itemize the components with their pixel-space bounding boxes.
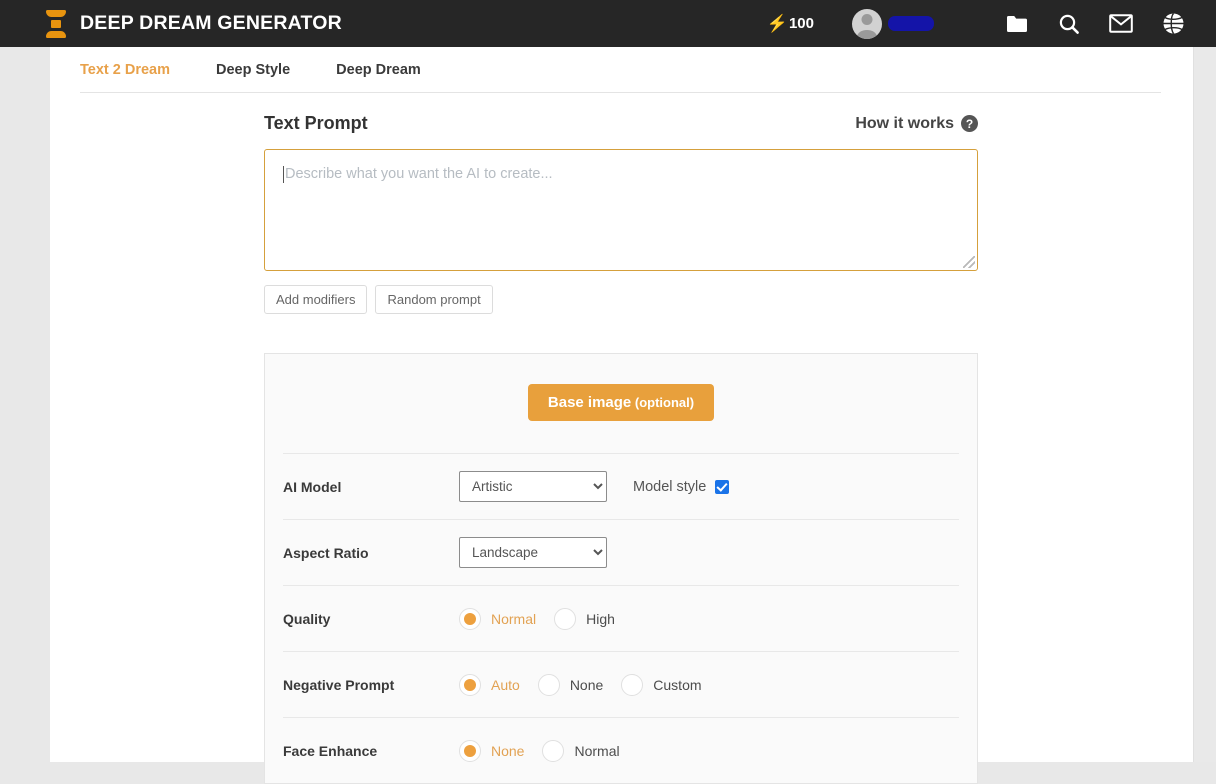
ai-model-label: AI Model	[283, 478, 342, 495]
settings-panel: Base image (optional) AI Model Artistic …	[264, 353, 978, 784]
negative-prompt-option-custom[interactable]: Custom	[621, 673, 702, 696]
quality-row: Quality Normal High	[283, 585, 959, 651]
negative-prompt-option-auto[interactable]: Auto	[459, 673, 520, 696]
negative-prompt-label: Negative Prompt	[283, 676, 395, 693]
top-bar-actions: ⚡ 100	[767, 8, 1188, 39]
prompt-placeholder: Describe what you want the AI to create.…	[285, 166, 553, 182]
textarea-resize-handle[interactable]	[963, 256, 975, 268]
lightning-bolt-icon: ⚡	[766, 14, 788, 33]
mode-tabs: Text 2 Dream Deep Style Deep Dream	[80, 47, 1161, 93]
face-enhance-label: Face Enhance	[283, 742, 378, 759]
model-style-checkbox[interactable]	[715, 479, 730, 494]
credits-counter[interactable]: ⚡ 100	[767, 15, 814, 32]
mail-icon[interactable]	[1106, 9, 1136, 39]
globe-icon[interactable]	[1158, 9, 1188, 39]
random-prompt-button[interactable]: Random prompt	[375, 285, 493, 314]
face-enhance-option-normal[interactable]: Normal	[542, 739, 620, 762]
quality-radio-group: Normal High	[459, 607, 633, 630]
prompt-textarea[interactable]: Describe what you want the AI to create.…	[264, 149, 978, 271]
model-style-toggle[interactable]: Model style	[633, 478, 730, 495]
folder-icon[interactable]	[1002, 9, 1032, 39]
how-it-works-link[interactable]: How it works ?	[855, 115, 978, 133]
hourglass-logo-icon	[46, 9, 66, 38]
top-navigation-bar: DEEP DREAM GENERATOR ⚡ 100	[0, 0, 1216, 47]
scrollbar-thumb[interactable]	[1195, 47, 1216, 207]
quality-option-normal[interactable]: Normal	[459, 607, 536, 630]
radio-icon	[537, 673, 560, 696]
avatar[interactable]	[852, 8, 882, 39]
page-title: Text Prompt	[264, 113, 368, 133]
aspect-ratio-row: Aspect Ratio Landscape	[283, 519, 959, 585]
base-image-button[interactable]: Base image (optional)	[527, 384, 715, 421]
aspect-ratio-select[interactable]: Landscape	[459, 537, 607, 568]
text-caret	[283, 166, 284, 183]
main-content: Text Prompt How it works ? Describe what…	[264, 93, 978, 784]
negative-prompt-radio-group: Auto None Custom	[459, 673, 720, 696]
radio-icon	[459, 739, 481, 762]
base-image-optional-label: (optional)	[631, 395, 695, 410]
add-modifiers-button[interactable]: Add modifiers	[264, 285, 368, 314]
radio-icon	[459, 607, 481, 630]
brand-title: DEEP DREAM GENERATOR	[80, 12, 342, 34]
ai-model-row: AI Model Artistic Model style	[283, 453, 959, 519]
base-image-section: Base image (optional)	[265, 354, 977, 453]
quality-option-high[interactable]: High	[554, 607, 615, 630]
page-content: Text 2 Dream Deep Style Deep Dream Text …	[50, 47, 1193, 784]
brand-logo[interactable]: DEEP DREAM GENERATOR	[46, 9, 342, 38]
username-redacted[interactable]	[888, 16, 934, 31]
base-image-label: Base image	[547, 394, 632, 411]
quality-label: Quality	[283, 610, 331, 627]
face-enhance-option-none[interactable]: None	[459, 739, 524, 762]
negative-prompt-option-none[interactable]: None	[537, 673, 603, 696]
prompt-header: Text Prompt How it works ?	[264, 113, 978, 134]
tab-deep-style[interactable]: Deep Style	[216, 62, 290, 78]
ai-model-select[interactable]: Artistic	[459, 471, 607, 502]
credits-count: 100	[788, 15, 814, 32]
prompt-action-buttons: Add modifiers Random prompt	[264, 285, 978, 314]
radio-icon	[459, 673, 481, 696]
question-mark-icon: ?	[961, 115, 978, 132]
tab-text-2-dream[interactable]: Text 2 Dream	[80, 62, 170, 78]
model-style-label: Model style	[633, 478, 707, 495]
radio-icon	[554, 607, 577, 630]
face-enhance-radio-group: None Normal	[459, 739, 638, 762]
search-icon[interactable]	[1054, 9, 1084, 39]
radio-icon	[621, 673, 644, 696]
aspect-ratio-label: Aspect Ratio	[283, 544, 369, 561]
negative-prompt-row: Negative Prompt Auto None Custom	[283, 651, 959, 717]
how-it-works-label: How it works	[855, 114, 954, 132]
radio-icon	[542, 739, 565, 762]
page-scrollbar[interactable]	[1193, 47, 1216, 762]
tab-deep-dream[interactable]: Deep Dream	[336, 62, 421, 78]
face-enhance-row: Face Enhance None Normal	[283, 717, 959, 783]
